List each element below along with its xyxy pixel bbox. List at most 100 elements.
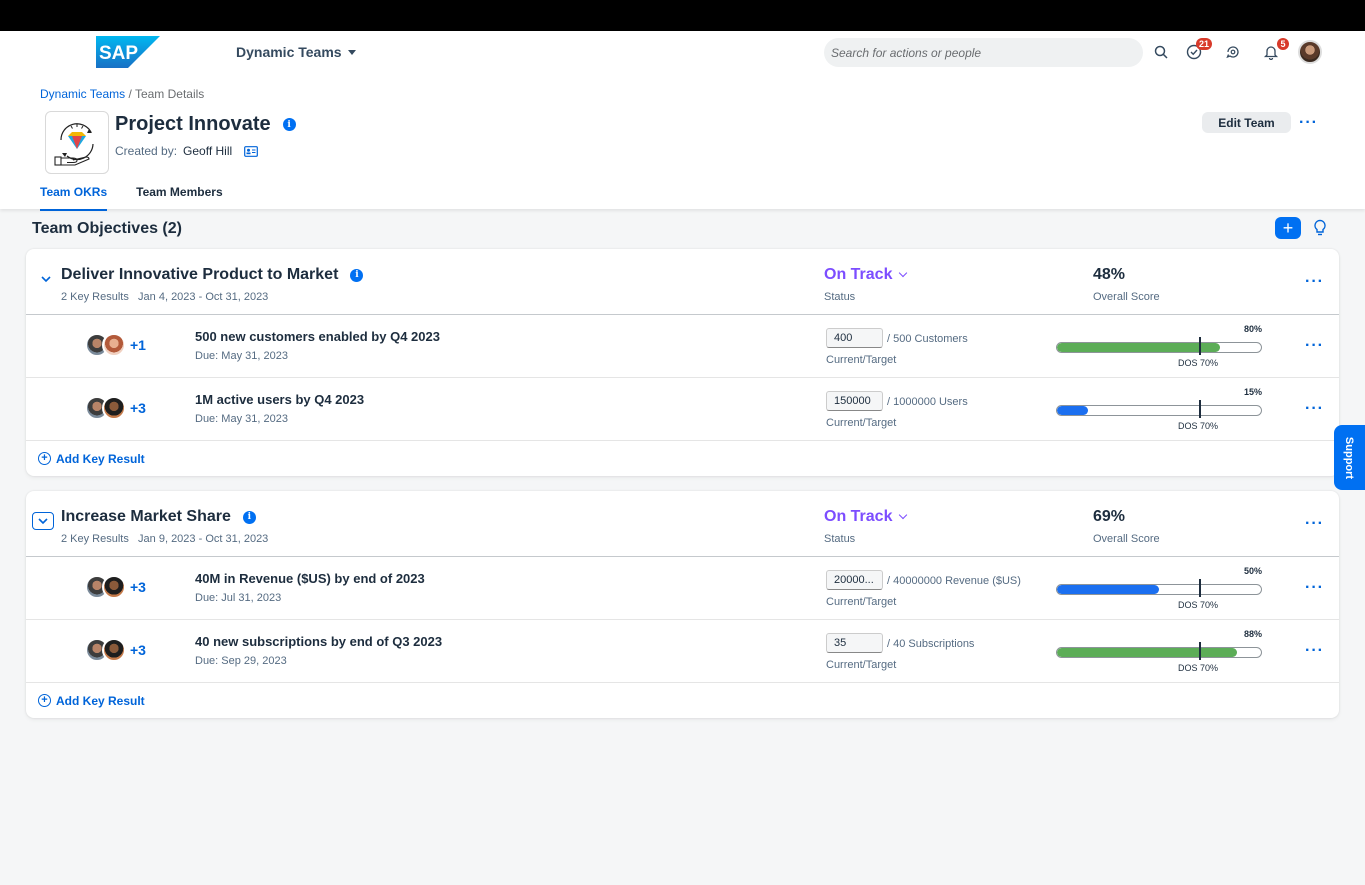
key-result-due: Due: Sep 29, 2023 (195, 655, 287, 667)
dos-label: DOS 70% (1178, 421, 1219, 431)
progress-fill (1057, 406, 1088, 415)
page-title: Project Innovate i (115, 113, 296, 136)
progress-bar (1056, 342, 1262, 353)
extra-members-count: +3 (130, 642, 146, 658)
created-by-name: Geoff Hill (183, 144, 233, 158)
key-result-title[interactable]: 1M active users by Q4 2023 (195, 392, 364, 407)
objective-meta: 2 Key Results Jan 9, 2023 - Oct 31, 2023 (61, 533, 268, 545)
breadcrumb-current: Team Details (134, 87, 205, 101)
search-icon[interactable] (1151, 42, 1171, 62)
key-result-due: Due: May 31, 2023 (195, 350, 288, 362)
add-key-result-button[interactable]: + Add Key Result (26, 683, 1339, 718)
objective-card: Deliver Innovative Product to Market i 2… (26, 249, 1339, 476)
extra-members-count: +1 (130, 337, 146, 353)
status-label: Status (824, 533, 856, 545)
progress-bar (1056, 647, 1262, 658)
target-value: / 40000000 Revenue ($US) (887, 575, 1021, 587)
created-by-label: Created by: (115, 144, 178, 158)
info-icon[interactable]: i (350, 268, 364, 282)
breadcrumb-separator: / (128, 87, 132, 101)
member-avatars[interactable]: +3 (85, 396, 146, 420)
breadcrumb: Dynamic Teams / Team Details (40, 87, 204, 101)
svg-text:SAP: SAP (99, 43, 138, 64)
current-value-input[interactable] (826, 328, 883, 348)
add-objective-button[interactable]: + (1275, 217, 1301, 239)
key-result-more-button[interactable]: ··· (1305, 643, 1324, 659)
member-avatars[interactable]: +3 (85, 575, 146, 599)
status-value: On Track (824, 508, 893, 525)
progress-percent: 80% (1243, 324, 1262, 334)
member-avatars[interactable]: +3 (85, 638, 146, 662)
add-key-result-label: Add Key Result (56, 451, 145, 466)
current-value-input[interactable] (826, 633, 883, 653)
target-value: / 40 Subscriptions (887, 638, 975, 650)
tab-team-members[interactable]: Team Members (136, 185, 222, 211)
status-dropdown[interactable]: On Track (824, 508, 908, 526)
key-result-more-button[interactable]: ··· (1305, 401, 1324, 417)
key-result-title[interactable]: 40M in Revenue ($US) by end of 2023 (195, 571, 425, 586)
support-tab[interactable]: Support (1334, 425, 1365, 490)
key-result-due: Due: May 31, 2023 (195, 413, 288, 425)
objective-meta: 2 Key Results Jan 4, 2023 - Oct 31, 2023 (61, 291, 268, 303)
shell-header: SAP Dynamic Teams 21 5 Dynamic Teams / T… (0, 31, 1365, 211)
progress-percent: 15% (1243, 387, 1262, 397)
sap-logo[interactable]: SAP (96, 36, 160, 68)
info-icon[interactable]: i (242, 510, 256, 524)
app-title-menu[interactable]: Dynamic Teams (236, 44, 356, 60)
caret-down-icon (347, 49, 356, 55)
progress-fill (1057, 585, 1159, 594)
progress-bar (1056, 584, 1262, 595)
info-icon[interactable]: i (282, 118, 296, 131)
more-actions-button[interactable]: ··· (1299, 115, 1318, 131)
browser-top-bar (0, 0, 1365, 31)
key-result-title[interactable]: 500 new customers enabled by Q4 2023 (195, 329, 440, 344)
progress-percent: 88% (1243, 629, 1262, 639)
objective-dates: Jan 4, 2023 - Oct 31, 2023 (138, 291, 269, 303)
objective-card: Increase Market Share i 2 Key Results Ja… (26, 491, 1339, 718)
chevron-down-icon (899, 268, 908, 278)
joule-assistant-icon[interactable] (1223, 42, 1243, 62)
key-result-more-button[interactable]: ··· (1305, 580, 1324, 596)
extra-members-count: +3 (130, 400, 146, 416)
section-title: Team Objectives (2) (32, 220, 182, 237)
key-result-more-button[interactable]: ··· (1305, 338, 1324, 354)
tab-team-okrs[interactable]: Team OKRs (40, 185, 108, 211)
key-results-count: 2 Key Results (61, 533, 129, 545)
objective-more-button[interactable]: ··· (1305, 516, 1324, 532)
status-value: On Track (824, 266, 893, 283)
user-avatar[interactable] (1298, 40, 1322, 64)
breadcrumb-dynamic-teams[interactable]: Dynamic Teams (40, 87, 125, 101)
lightbulb-icon[interactable] (1312, 219, 1328, 237)
avatar (102, 396, 126, 420)
add-circle-icon: + (38, 694, 51, 707)
contact-card-icon[interactable] (244, 145, 259, 157)
chevron-down-icon (899, 510, 908, 520)
collapse-chevron-icon[interactable] (32, 512, 54, 530)
objective-dates: Jan 9, 2023 - Oct 31, 2023 (138, 533, 269, 545)
collapse-chevron-icon[interactable] (36, 270, 56, 288)
key-result-title[interactable]: 40 new subscriptions by end of Q3 2023 (195, 634, 442, 649)
tasks-icon[interactable]: 21 (1184, 38, 1212, 62)
edit-team-button[interactable]: Edit Team (1202, 112, 1291, 133)
current-value-input[interactable] (826, 570, 883, 590)
notifications-badge: 5 (1277, 38, 1289, 50)
objective-header: Deliver Innovative Product to Market i 2… (26, 249, 1339, 315)
overall-score: 48% (1093, 266, 1126, 283)
notifications-icon[interactable]: 5 (1261, 38, 1289, 62)
target-value: / 500 Customers (887, 333, 968, 345)
overall-score-label: Overall Score (1093, 533, 1160, 545)
target-value: / 1000000 Users (887, 396, 968, 408)
objective-more-button[interactable]: ··· (1305, 274, 1324, 290)
current-value-input[interactable] (826, 391, 883, 411)
member-avatars[interactable]: +1 (85, 333, 146, 357)
progress-bar (1056, 405, 1262, 416)
dos-label: DOS 70% (1178, 663, 1219, 673)
status-dropdown[interactable]: On Track (824, 266, 908, 284)
project-title: Project Innovate (115, 113, 271, 135)
search-input[interactable] (824, 38, 1143, 67)
team-logo (45, 111, 109, 174)
dos-marker (1199, 642, 1201, 660)
app-title: Dynamic Teams (236, 44, 342, 60)
overall-score-label: Overall Score (1093, 291, 1160, 303)
add-key-result-button[interactable]: + Add Key Result (26, 441, 1339, 476)
